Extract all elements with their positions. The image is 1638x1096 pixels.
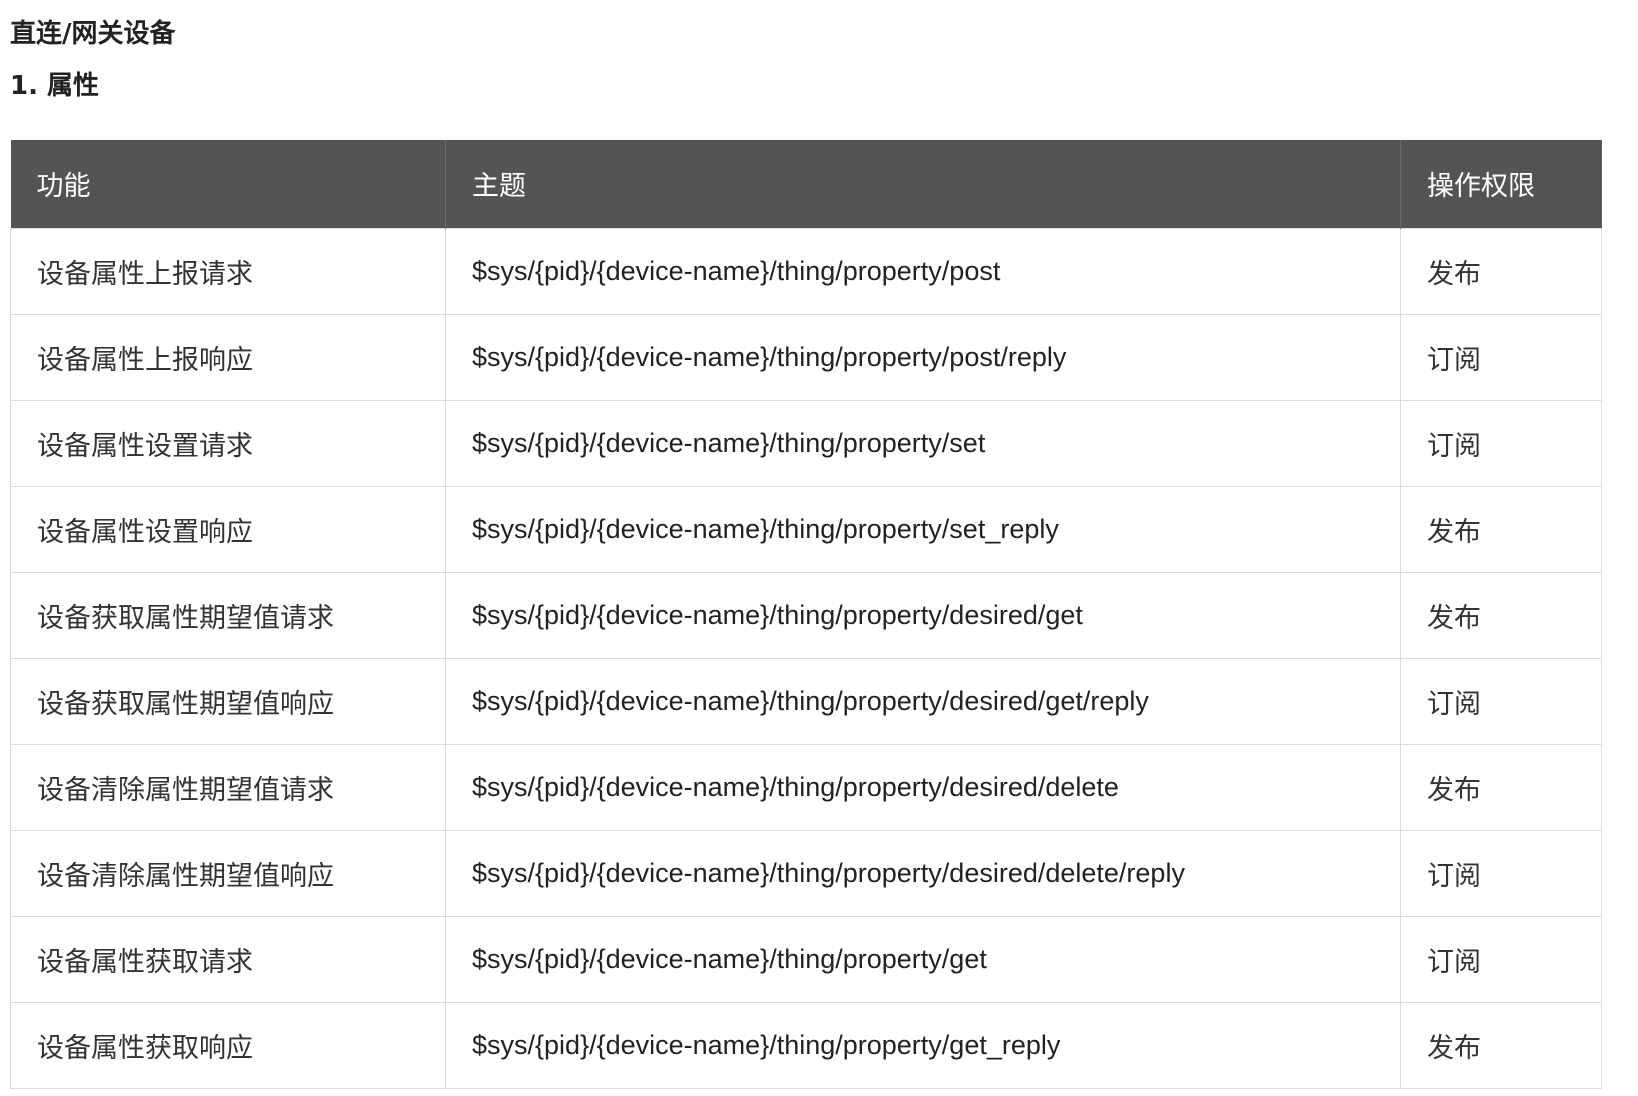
- table-header-row: 功能 主题 操作权限: [10, 140, 1602, 228]
- function-cell: 设备获取属性期望值响应: [10, 657, 446, 745]
- table-row: 设备清除属性期望值响应 $sys/{pid}/{device-name}/thi…: [10, 829, 1602, 917]
- header-function: 功能: [10, 140, 446, 228]
- table-row: 设备属性上报请求 $sys/{pid}/{device-name}/thing/…: [10, 227, 1602, 315]
- table-row: 设备属性设置响应 $sys/{pid}/{device-name}/thing/…: [10, 485, 1602, 573]
- subsection-heading: 1. 属性: [10, 71, 100, 101]
- topic-cell: $sys/{pid}/{device-name}/thing/property/…: [445, 829, 1401, 917]
- permission-cell: 发布: [1400, 571, 1602, 659]
- function-cell: 设备清除属性期望值请求: [10, 743, 446, 831]
- function-cell: 设备属性获取响应: [10, 1001, 446, 1089]
- table-row: 设备属性设置请求 $sys/{pid}/{device-name}/thing/…: [10, 399, 1602, 487]
- topic-cell: $sys/{pid}/{device-name}/thing/property/…: [445, 485, 1401, 573]
- permission-cell: 订阅: [1400, 399, 1602, 487]
- permission-cell: 发布: [1400, 743, 1602, 831]
- table-row: 设备属性获取请求 $sys/{pid}/{device-name}/thing/…: [10, 915, 1602, 1003]
- function-cell: 设备属性设置请求: [10, 399, 446, 487]
- topic-cell: $sys/{pid}/{device-name}/thing/property/…: [445, 571, 1401, 659]
- table-row: 设备属性上报响应 $sys/{pid}/{device-name}/thing/…: [10, 313, 1602, 401]
- permission-cell: 订阅: [1400, 313, 1602, 401]
- function-cell: 设备属性上报响应: [10, 313, 446, 401]
- section-heading: 直连/网关设备: [10, 19, 176, 49]
- function-cell: 设备获取属性期望值请求: [10, 571, 446, 659]
- header-permission: 操作权限: [1400, 140, 1602, 228]
- topic-table: 功能 主题 操作权限 设备属性上报请求 $sys/{pid}/{device-n…: [10, 140, 1602, 1089]
- permission-cell: 发布: [1400, 227, 1602, 315]
- topic-cell: $sys/{pid}/{device-name}/thing/property/…: [445, 399, 1401, 487]
- function-cell: 设备属性设置响应: [10, 485, 446, 573]
- table-row: 设备获取属性期望值响应 $sys/{pid}/{device-name}/thi…: [10, 657, 1602, 745]
- table-row: 设备属性获取响应 $sys/{pid}/{device-name}/thing/…: [10, 1001, 1602, 1089]
- header-topic: 主题: [445, 140, 1401, 228]
- permission-cell: 发布: [1400, 1001, 1602, 1089]
- permission-cell: 订阅: [1400, 657, 1602, 745]
- table-row: 设备获取属性期望值请求 $sys/{pid}/{device-name}/thi…: [10, 571, 1602, 659]
- function-cell: 设备清除属性期望值响应: [10, 829, 446, 917]
- function-cell: 设备属性上报请求: [10, 227, 446, 315]
- topic-cell: $sys/{pid}/{device-name}/thing/property/…: [445, 313, 1401, 401]
- function-cell: 设备属性获取请求: [10, 915, 446, 1003]
- table-row: 设备清除属性期望值请求 $sys/{pid}/{device-name}/thi…: [10, 743, 1602, 831]
- topic-cell: $sys/{pid}/{device-name}/thing/property/…: [445, 1001, 1401, 1089]
- topic-cell: $sys/{pid}/{device-name}/thing/property/…: [445, 227, 1401, 315]
- permission-cell: 订阅: [1400, 829, 1602, 917]
- topic-cell: $sys/{pid}/{device-name}/thing/property/…: [445, 657, 1401, 745]
- permission-cell: 发布: [1400, 485, 1602, 573]
- permission-cell: 订阅: [1400, 915, 1602, 1003]
- topic-cell: $sys/{pid}/{device-name}/thing/property/…: [445, 915, 1401, 1003]
- topic-cell: $sys/{pid}/{device-name}/thing/property/…: [445, 743, 1401, 831]
